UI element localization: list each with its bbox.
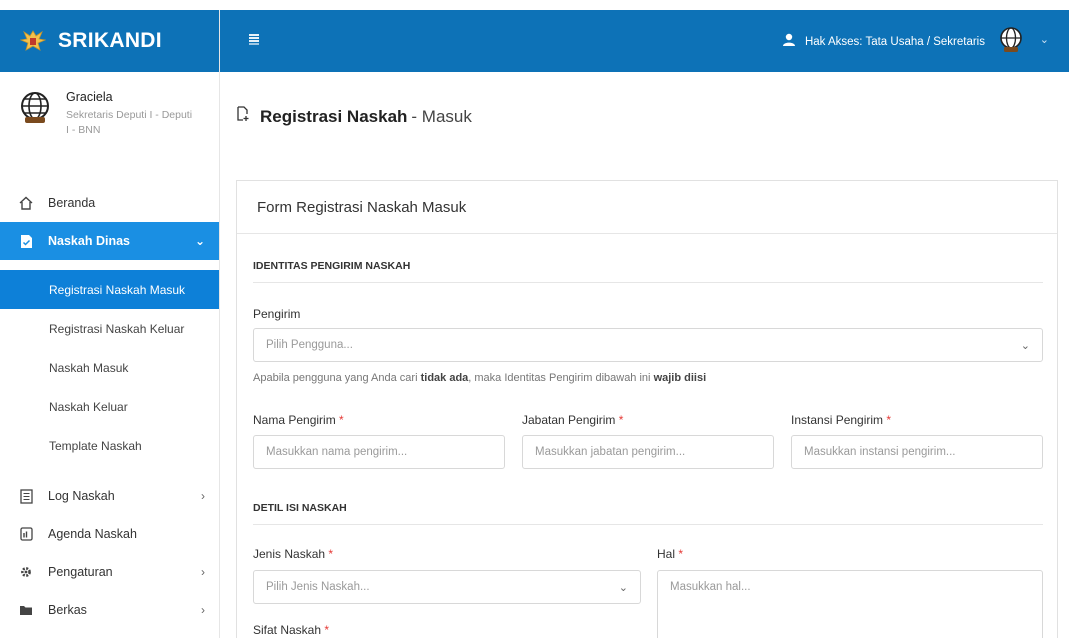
sidebar-item-berkas[interactable]: Berkas ›	[0, 591, 219, 629]
globe-avatar-icon	[21, 92, 49, 123]
required-mark: *	[618, 413, 624, 427]
pengirim-placeholder: Pilih Pengguna...	[266, 339, 353, 351]
section-divider	[253, 524, 1043, 525]
jabatan-pengirim-label: Jabatan Pengirim *	[522, 413, 623, 427]
home-icon	[18, 195, 34, 211]
section-title-detail: DETIL ISI NASKAH	[253, 502, 347, 514]
label-text: Sifat Naskah	[253, 623, 322, 637]
hint-text: Apabila pengguna yang Anda cari	[253, 372, 418, 384]
required-mark: *	[324, 623, 330, 637]
label-text: Hal	[657, 547, 676, 561]
required-mark: *	[339, 413, 344, 427]
jenis-naskah-label: Jenis Naskah *	[253, 547, 333, 561]
required-mark: *	[678, 547, 684, 561]
sidebar-item-label: Beranda	[48, 196, 96, 210]
access-role[interactable]: Hak Akses: Tata Usaha / Sekretaris	[781, 33, 985, 50]
instansi-pengirim-input[interactable]: Masukkan instansi pengirim...	[791, 435, 1043, 469]
chevron-down-icon: ⌄	[1020, 340, 1030, 352]
document-add-icon	[236, 106, 250, 127]
submenu-naskah-masuk[interactable]: Naskah Masuk	[0, 348, 219, 387]
gear-icon	[18, 564, 34, 580]
page-subtitle: - Masuk	[411, 106, 472, 126]
sidebar-item-beranda[interactable]: Beranda	[0, 184, 219, 222]
submenu-template-naskah[interactable]: Template Naskah	[0, 426, 219, 465]
pengirim-select[interactable]: Pilih Pengguna... ⌄	[253, 328, 1043, 362]
instansi-placeholder: Masukkan instansi pengirim...	[804, 446, 956, 458]
nama-placeholder: Masukkan nama pengirim...	[266, 446, 408, 458]
submenu-naskah-dinas: Registrasi Naskah Masuk Registrasi Naska…	[0, 270, 219, 465]
jabatan-pengirim-input[interactable]: Masukkan jabatan pengirim...	[522, 435, 774, 469]
required-mark: *	[886, 413, 892, 427]
registration-form-card: Form Registrasi Naskah Masuk IDENTITAS P…	[236, 180, 1058, 638]
brand-bar[interactable]: SRIKANDI	[0, 10, 219, 72]
sidebar-item-label: Berkas	[48, 603, 87, 617]
sidebar-item-label: Pengaturan	[48, 565, 113, 579]
sidebar-item-label: Agenda Naskah	[48, 527, 137, 541]
sender-hint: Apabila pengguna yang Anda cari tidak ad…	[253, 372, 706, 384]
garuda-emblem-icon	[20, 30, 46, 51]
document-check-icon	[18, 233, 34, 249]
chevron-down-icon[interactable]: ⌄	[1040, 33, 1049, 46]
user-name: Graciela	[66, 90, 113, 104]
user-profile: Graciela Sekretaris Deputi I - Deputi I …	[0, 72, 219, 182]
jenis-placeholder: Pilih Jenis Naskah...	[266, 581, 370, 593]
hint-bold: tidak ada	[420, 372, 469, 384]
user-icon	[781, 33, 797, 50]
sidebar-item-label: Log Naskah	[48, 489, 115, 503]
sidebar-item-agenda-naskah[interactable]: Agenda Naskah	[0, 515, 219, 553]
sidebar-item-label: Naskah Dinas	[48, 234, 130, 248]
submenu-registrasi-naskah-masuk[interactable]: Registrasi Naskah Masuk	[0, 270, 219, 309]
instansi-pengirim-label: Instansi Pengirim *	[791, 413, 891, 427]
submenu-registrasi-naskah-keluar[interactable]: Registrasi Naskah Keluar	[0, 309, 219, 348]
agenda-chart-icon	[18, 526, 34, 542]
label-text: Instansi Pengirim	[791, 413, 884, 427]
label-text: Nama Pengirim	[253, 413, 336, 427]
app-frame: SRIKANDI Graciela Sekretaris Deputi I - …	[0, 0, 1069, 638]
label-text: Jenis Naskah	[253, 547, 326, 561]
sidebar-menu-lower: Log Naskah › Agenda Naskah Pengaturan ›	[0, 477, 219, 629]
required-mark: *	[328, 547, 334, 561]
section-title-sender: IDENTITAS PENGIRIM NASKAH	[253, 260, 411, 272]
sidebar-item-pengaturan[interactable]: Pengaturan ›	[0, 553, 219, 591]
label-text: Jabatan Pengirim	[522, 413, 616, 427]
sidebar-item-log-naskah[interactable]: Log Naskah ›	[0, 477, 219, 515]
chevron-right-icon: ›	[201, 565, 205, 579]
access-role-label: Hak Akses: Tata Usaha / Sekretaris	[804, 35, 985, 48]
card-title: Form Registrasi Naskah Masuk	[237, 181, 1057, 234]
section-divider	[253, 282, 1043, 283]
page-title: Registrasi Naskah	[260, 106, 408, 126]
pengirim-label: Pengirim	[253, 307, 301, 321]
topbar: Hak Akses: Tata Usaha / Sekretaris ⌄	[220, 10, 1069, 72]
page-header: Registrasi Naskah - Masuk	[236, 106, 472, 127]
chevron-down-icon: ⌄	[194, 234, 205, 248]
globe-avatar-icon[interactable]	[997, 26, 1025, 54]
main-content: Registrasi Naskah - Masuk Form Registras…	[220, 72, 1069, 638]
chevron-right-icon: ›	[201, 603, 205, 617]
hal-placeholder: Masukkan hal...	[670, 581, 751, 593]
submenu-naskah-keluar[interactable]: Naskah Keluar	[0, 387, 219, 426]
jabatan-placeholder: Masukkan jabatan pengirim...	[535, 446, 686, 458]
hal-label: Hal *	[657, 547, 683, 561]
hint-text: , maka Identitas Pengirim dibawah ini	[468, 372, 651, 384]
chevron-down-icon: ⌄	[618, 582, 628, 594]
log-book-icon	[18, 488, 34, 504]
nama-pengirim-input[interactable]: Masukkan nama pengirim...	[253, 435, 505, 469]
user-role: Sekretaris Deputi I - Deputi I - BNN	[66, 109, 193, 136]
sifat-naskah-label: Sifat Naskah *	[253, 623, 329, 637]
hint-bold: wajib diisi	[653, 372, 707, 384]
sidebar: SRIKANDI Graciela Sekretaris Deputi I - …	[0, 10, 220, 638]
hal-textarea[interactable]: Masukkan hal...	[657, 570, 1043, 638]
sidebar-item-naskah-dinas[interactable]: Naskah Dinas ⌄	[0, 222, 219, 260]
hamburger-menu-icon[interactable]	[248, 32, 260, 50]
chevron-right-icon: ›	[201, 489, 205, 503]
sidebar-menu: Beranda Naskah Dinas ⌄	[0, 184, 219, 260]
brand-name: SRIKANDI	[58, 29, 162, 52]
jenis-naskah-select[interactable]: Pilih Jenis Naskah... ⌄	[253, 570, 641, 604]
folder-icon	[18, 602, 34, 618]
nama-pengirim-label: Nama Pengirim *	[253, 413, 344, 427]
